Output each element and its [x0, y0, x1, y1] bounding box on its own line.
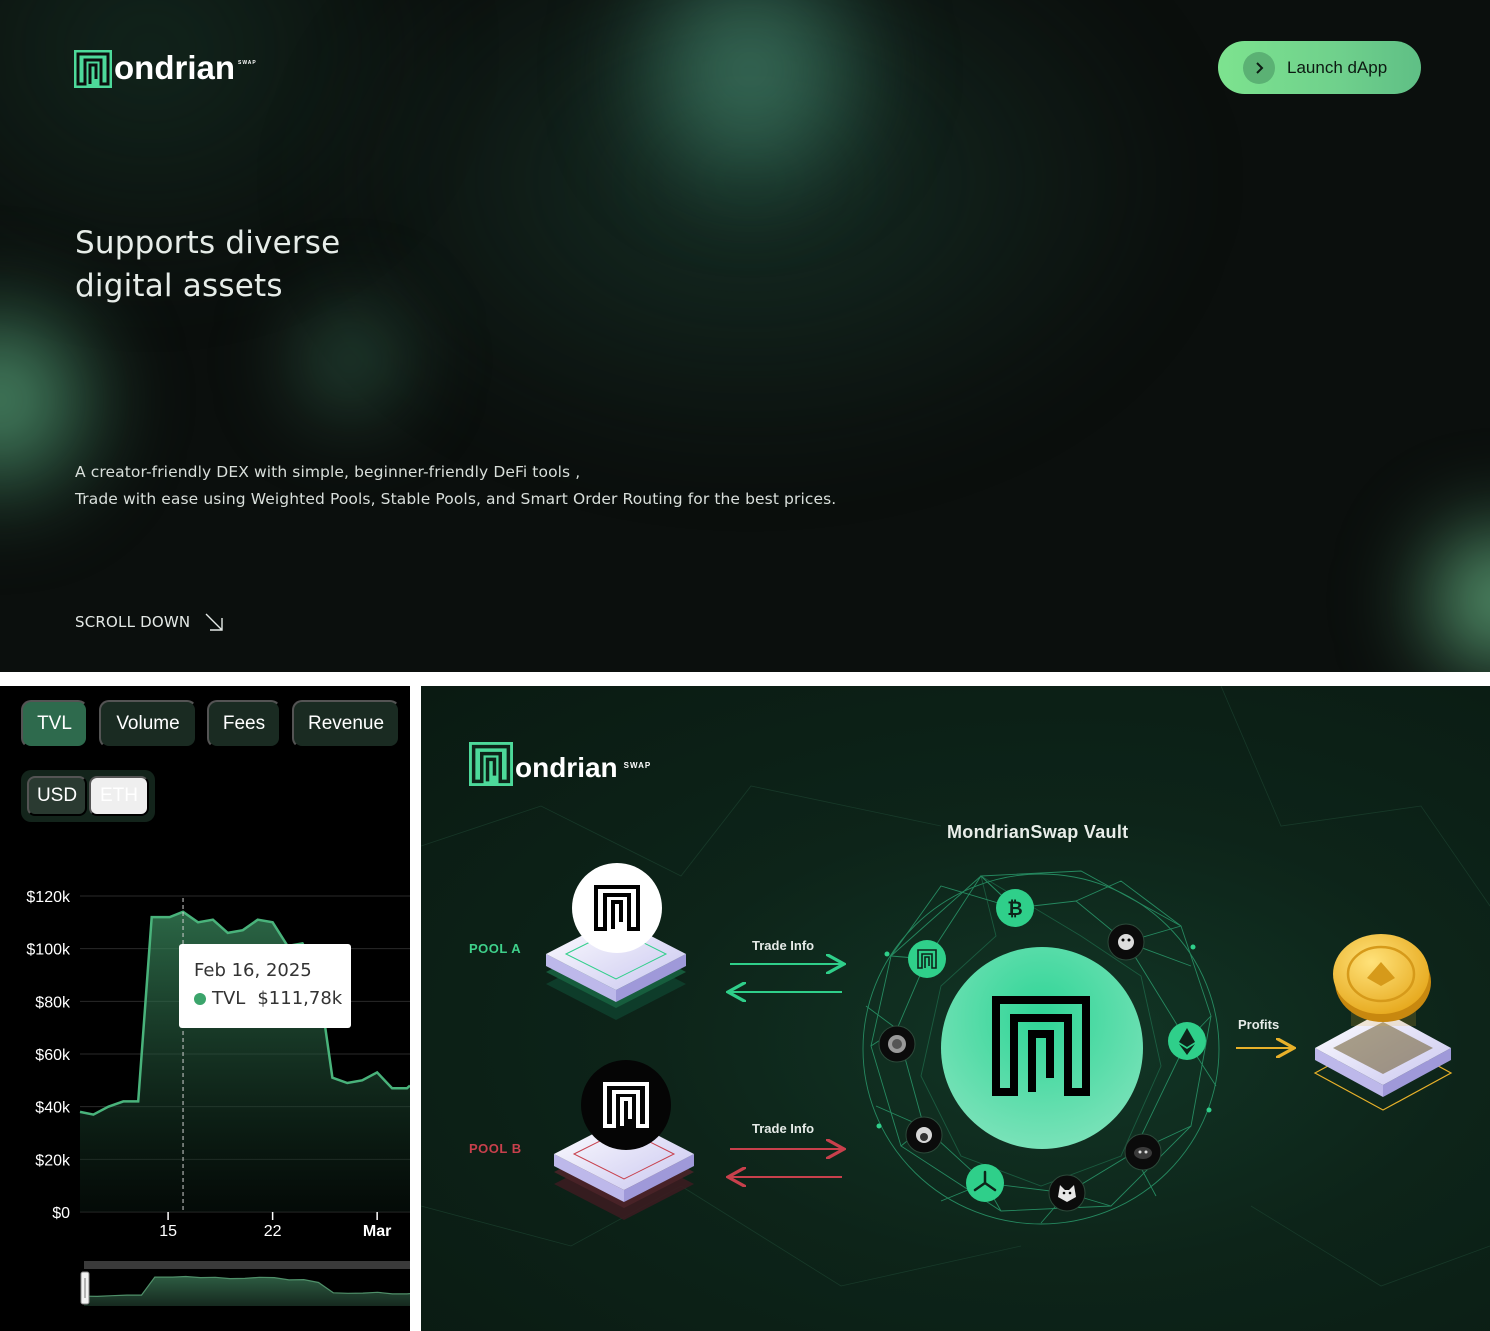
gorilla-icon	[905, 1116, 943, 1154]
tooltip-value: $111,78k	[257, 988, 343, 1009]
y-tick-label: $40k	[35, 1100, 71, 1117]
penguin-icon	[1107, 923, 1145, 961]
hero-section: ondrian SWAP Launch dApp Supports divers…	[0, 0, 1490, 672]
fan-icon	[966, 1164, 1004, 1202]
tvl-chart-panel: TVL Volume Fees Revenue USD ETH $120k $10…	[0, 686, 410, 1331]
hero-title: Supports diverse digital assets	[75, 222, 495, 308]
ethereum-icon	[1168, 1022, 1206, 1060]
site-logo[interactable]: ondrian SWAP	[74, 50, 257, 88]
arrow-down-right-icon	[205, 613, 224, 631]
y-tick-label: $80k	[35, 994, 71, 1011]
mondrian-logo-mark-icon	[469, 742, 513, 786]
hero-description: A creator-friendly DEX with simple, begi…	[75, 463, 581, 481]
seal-icon	[878, 1025, 916, 1063]
brand-wordmark: ondrian	[114, 49, 235, 86]
hero-title-line: Supports diverse	[75, 225, 341, 261]
x-tick-label: Mar	[363, 1223, 391, 1240]
shiba-icon	[1048, 1174, 1086, 1212]
mondrian-logo-mark-icon	[74, 50, 112, 88]
dark-token-icon	[1124, 1133, 1162, 1171]
y-tick-label: $100k	[26, 942, 71, 959]
brand-sup: SWAP	[238, 60, 257, 66]
trade-a-arrows	[730, 964, 842, 992]
hero-title-line: digital assets	[75, 268, 283, 304]
pool-a-token-icon	[572, 863, 662, 953]
coin-icon	[1333, 934, 1431, 1022]
y-tick-label: $60k	[35, 1047, 71, 1064]
background-glow	[280, 290, 420, 430]
svg-text:₿: ₿	[1007, 898, 1022, 920]
tooltip-series: TVL	[212, 988, 246, 1009]
vault-title: MondrianSwap Vault	[947, 822, 1129, 842]
brand-wordmark: ondrian	[515, 752, 618, 783]
launch-dapp-label: Launch dApp	[1287, 57, 1388, 77]
background-glow	[0, 280, 120, 520]
trade-info-b-label: Trade Info	[752, 1121, 815, 1136]
vault-core	[941, 947, 1143, 1149]
tooltip-row: TVL $111,78k	[194, 988, 342, 1009]
background-glow	[1400, 500, 1490, 672]
vault-logo: ondrian SWAP	[469, 742, 651, 786]
pool-a-tile	[546, 863, 686, 1020]
hero-description: Trade with ease using Weighted Pools, St…	[75, 490, 837, 508]
profits-label: Profits	[1238, 1017, 1280, 1032]
scroll-down-link[interactable]: SCROLL DOWN	[75, 612, 224, 632]
brand-sup: SWAP	[623, 761, 652, 770]
launch-dapp-button[interactable]: Launch dApp	[1218, 41, 1421, 94]
navigator-scrollbar	[84, 1261, 410, 1269]
trade-b-arrows	[730, 1149, 842, 1177]
chart-tooltip: Feb 16, 2025 TVL $111,78k	[179, 944, 351, 1028]
bitcoin-icon: ₿	[996, 889, 1034, 927]
mondrian-token-icon	[908, 940, 946, 978]
y-tick-label: $20k	[35, 1152, 71, 1169]
trade-info-a-label: Trade Info	[752, 938, 815, 953]
pool-b-label: POOL B	[469, 1141, 522, 1156]
pool-a-label: POOL A	[469, 941, 522, 956]
vault-diagram-panel: ₿ ondrian SWAP MondrianSwap Vault POOL A…	[421, 686, 1490, 1331]
chevron-right-icon	[1243, 51, 1275, 84]
y-tick-label: $0	[52, 1205, 70, 1222]
pool-b-token-icon	[581, 1060, 671, 1150]
x-tick-label: 15	[159, 1223, 177, 1240]
x-tick-label: 22	[264, 1223, 282, 1240]
navigator-area	[84, 1276, 410, 1306]
y-tick-label: $120k	[26, 889, 71, 906]
pool-b-tile	[554, 1060, 694, 1220]
series-dot	[194, 992, 206, 1005]
tooltip-date: Feb 16, 2025	[194, 960, 312, 981]
scroll-down-label: SCROLL DOWN	[75, 613, 191, 631]
